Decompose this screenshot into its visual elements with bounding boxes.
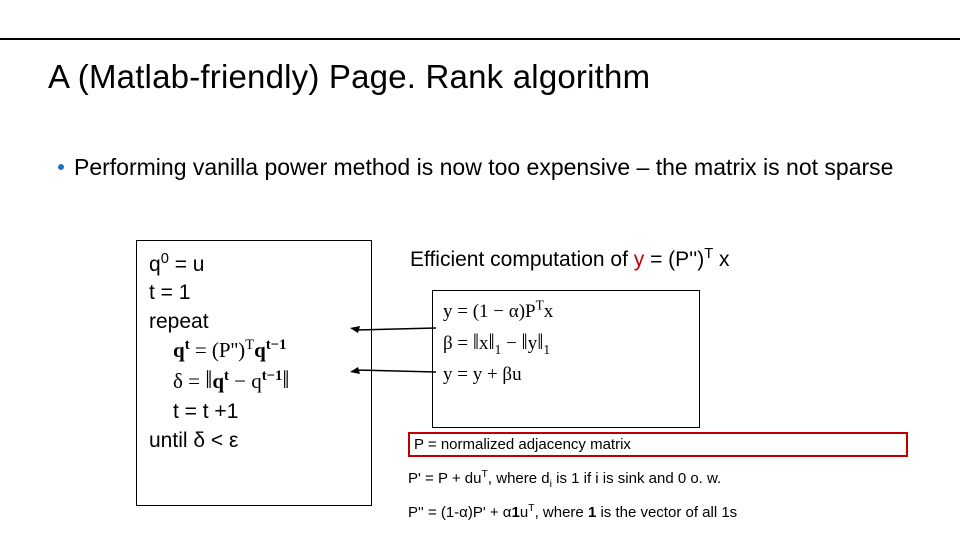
arrow-connector [350,350,436,351]
algo-line-3: repeat [149,308,359,336]
note-p-double-prime: P'' = (1-α)P' + α1uT, where 1 is the vec… [408,504,737,521]
eq-row-3: y = y + βu [443,360,689,389]
eq-row-1: y = (1 − α)PTx [443,297,689,326]
algo-line-2: t = 1 [149,279,359,307]
algo-line-1: q0 = u [149,251,359,279]
algo-line-4: qt = (P'')Tqt−1 [173,336,359,364]
algo-line-7: until δ < ε [149,427,359,455]
note-p-prime: P' = P + duT, where di is 1 if i is sink… [408,470,721,487]
efficient-label: Efficient computation of y = (P'')T x [410,248,730,272]
note-p-definition: P = normalized adjacency matrix [408,432,908,457]
bullet-item: Performing vanilla power method is now t… [58,152,893,183]
algo-line-6: t = t +1 [173,398,359,426]
algo-line-5: δ = ‖qt − qt−1‖ [173,364,359,398]
equation-box: y = (1 − α)PTx β = ‖x‖1 − ‖y‖1 y = y + β… [432,290,700,428]
slide-title: A (Matlab-friendly) Page. Rank algorithm [48,58,650,96]
eq-row-2: β = ‖x‖1 − ‖y‖1 [443,326,689,360]
bullet-text: Performing vanilla power method is now t… [74,154,893,180]
algorithm-box: q0 = u t = 1 repeat qt = (P'')Tqt−1 δ = … [136,240,372,506]
top-rule [0,0,960,40]
bullet-icon [58,164,64,170]
